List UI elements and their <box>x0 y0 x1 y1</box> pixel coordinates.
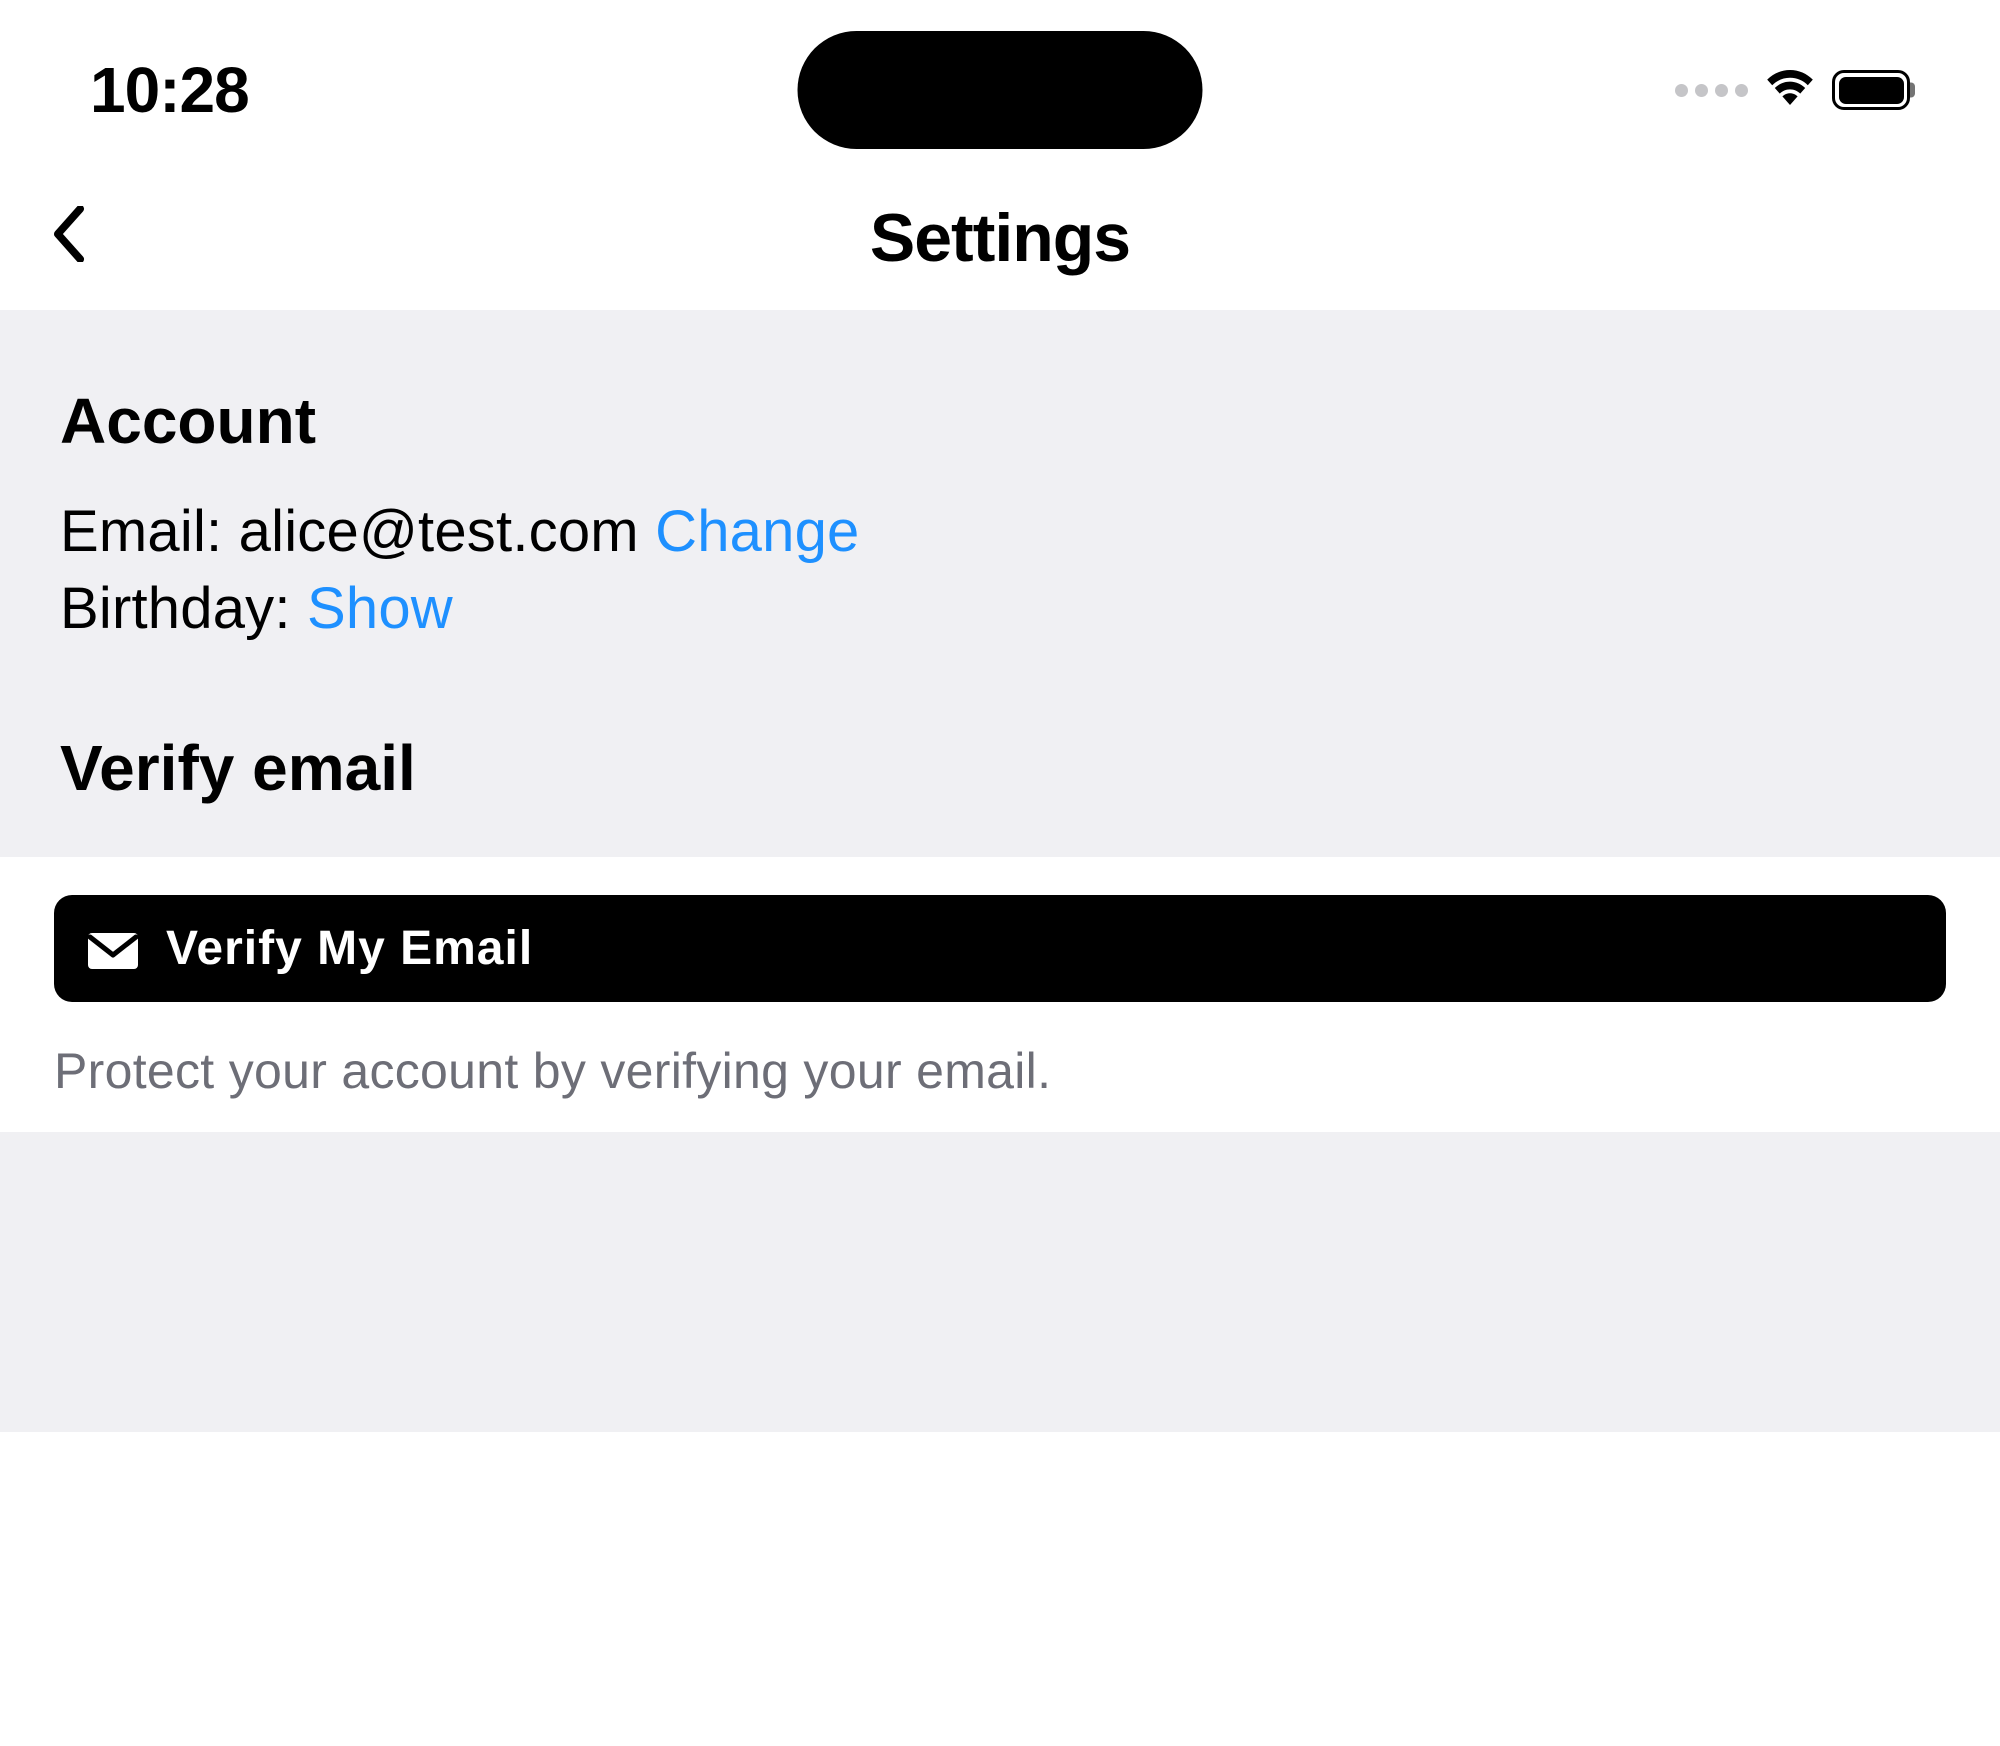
email-row: Email: alice@test.com Change <box>60 494 1940 569</box>
verify-email-section: Verify My Email Protect your account by … <box>0 857 2000 1132</box>
status-indicators <box>1675 69 1910 111</box>
verify-hint-text: Protect your account by verifying your e… <box>54 1042 1946 1100</box>
page-title: Settings <box>870 199 1130 277</box>
birthday-label: Birthday: <box>60 576 307 641</box>
bottom-spacer <box>0 1132 2000 1432</box>
email-label: Email: <box>60 499 239 564</box>
back-button[interactable] <box>52 206 86 267</box>
status-bar: 10:28 <box>0 0 2000 180</box>
account-heading: Account <box>60 384 1940 458</box>
change-email-link[interactable]: Change <box>655 499 859 564</box>
signal-strength-icon <box>1675 84 1748 97</box>
envelope-icon <box>88 928 138 968</box>
email-value: alice@test.com <box>239 499 639 564</box>
status-time: 10:28 <box>90 53 249 127</box>
dynamic-island <box>798 31 1203 149</box>
wifi-icon <box>1766 69 1814 105</box>
battery-icon <box>1832 70 1910 110</box>
verify-email-heading: Verify email <box>60 731 1940 805</box>
account-section: Account Email: alice@test.com Change Bir… <box>0 310 2000 857</box>
navigation-bar: Settings <box>0 180 2000 310</box>
show-birthday-link[interactable]: Show <box>307 576 453 641</box>
verify-button-label: Verify My Email <box>166 921 533 976</box>
verify-email-button[interactable]: Verify My Email <box>54 895 1946 1002</box>
birthday-row: Birthday: Show <box>60 571 1940 646</box>
